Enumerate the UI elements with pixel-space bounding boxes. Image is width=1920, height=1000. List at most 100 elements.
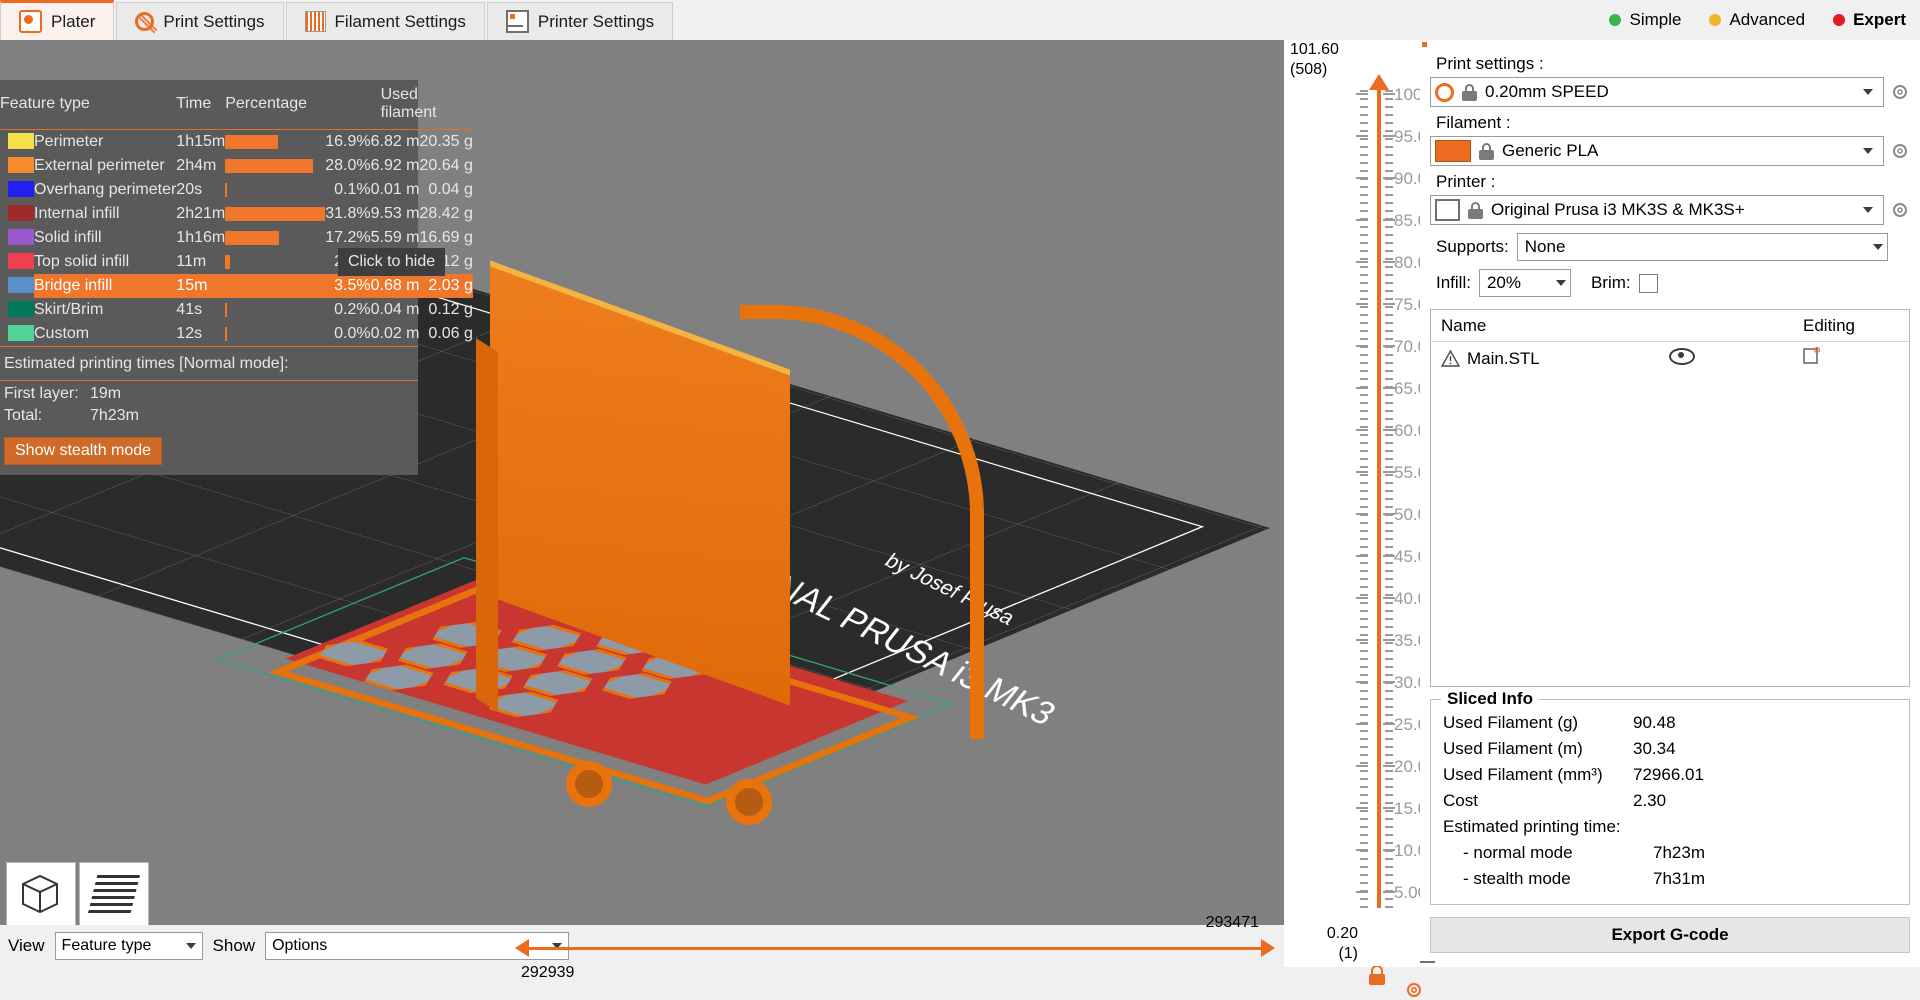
- printer-icon: [1435, 199, 1460, 221]
- sliced-info-key: Used Filament (g): [1443, 713, 1579, 732]
- tab-filament-settings[interactable]: Filament Settings: [285, 2, 485, 40]
- printer-settings-icon[interactable]: [1803, 346, 1821, 365]
- legend-pct: 3.5%: [334, 277, 371, 294]
- click-to-hide-tooltip: Click to hide: [338, 248, 446, 276]
- slider-left-arrow[interactable]: [515, 939, 529, 957]
- supports-value: None: [1524, 237, 1566, 256]
- tab-printer-settings[interactable]: Printer Settings: [486, 2, 674, 40]
- legend-meters: 0.02 m: [370, 325, 420, 342]
- legend-row[interactable]: Skirt/Brim 41s 0.2% 0.04 m 0.12 g: [0, 298, 473, 322]
- view-type-select[interactable]: Feature type: [54, 932, 203, 960]
- horizontal-move-slider[interactable]: 293471 292939: [515, 914, 1275, 981]
- model-side-wall: [476, 338, 498, 712]
- view-3d-button[interactable]: [6, 862, 76, 925]
- legend-row[interactable]: Solid infill 1h16m 17.2% 5.59 m 16.69 g: [0, 226, 473, 250]
- legend-row[interactable]: Internal infill 2h21m 31.8% 9.53 m 28.42…: [0, 202, 473, 226]
- legend-meters: 6.82 m: [370, 133, 420, 150]
- print-settings-combo[interactable]: 0.20mm SPEED: [1430, 77, 1884, 107]
- legend-grams: 28.42 g: [419, 205, 473, 222]
- slider-track[interactable]: [529, 947, 1261, 950]
- legend-bar: [225, 298, 325, 322]
- chevron-down-icon: [1863, 148, 1873, 154]
- view-layers-button[interactable]: [79, 862, 149, 925]
- infill-value: 20%: [1486, 273, 1521, 292]
- layer-bottom-index: (1): [1338, 945, 1358, 962]
- legend-pct: 31.8%: [325, 205, 371, 222]
- view-label: View: [8, 936, 45, 955]
- object-row[interactable]: Main.STL: [1431, 342, 1909, 375]
- legend-time: 20s: [176, 181, 203, 198]
- infill-select[interactable]: 20%: [1478, 269, 1571, 297]
- layer-slider-track[interactable]: [1377, 88, 1381, 908]
- legend-bar: [225, 226, 325, 250]
- lock-icon[interactable]: [1368, 966, 1386, 986]
- printer-edit-icon[interactable]: [1890, 200, 1910, 220]
- object-col-name: Name: [1441, 316, 1487, 335]
- total-value: 7h23m: [90, 407, 139, 424]
- tab-plater[interactable]: Plater: [0, 0, 115, 40]
- mode-simple[interactable]: Simple: [1595, 4, 1695, 36]
- 3d-viewport[interactable]: ORIGINAL PRUSA i3 MK3 by Josef Prusa Fea…: [0, 40, 1284, 925]
- estimated-times-values: First layer: 19m Total: 7h23m: [0, 380, 418, 431]
- export-gcode-button[interactable]: Export G-code: [1430, 917, 1910, 953]
- legend-row[interactable]: Overhang perimeter 20s 0.1% 0.01 m 0.04 …: [0, 178, 473, 202]
- mode-expert[interactable]: Expert: [1819, 4, 1920, 36]
- legend-bar: [225, 250, 325, 274]
- sliced-info-key: - normal mode: [1463, 843, 1573, 862]
- gear-icon[interactable]: [1404, 980, 1424, 1000]
- legend-name: Top solid infill: [34, 253, 130, 270]
- layer-top-value: 101.60: [1290, 41, 1339, 58]
- lock-icon: [1462, 83, 1477, 101]
- legend-time: 12s: [176, 325, 203, 342]
- tab-plater-label: Plater: [51, 11, 96, 31]
- feature-type-legend[interactable]: Feature type Time Percentage Used filame…: [0, 80, 473, 475]
- legend-bar: [225, 178, 325, 202]
- printer-label: Printer :: [1436, 172, 1496, 191]
- chevron-down-icon: [185, 943, 196, 949]
- model-foot-right: [726, 779, 772, 825]
- filament-combo[interactable]: Generic PLA: [1430, 136, 1884, 166]
- brim-label: Brim:: [1590, 273, 1631, 292]
- object-list[interactable]: Name Editing Main.STL: [1430, 309, 1910, 687]
- legend-col-time: Time: [176, 95, 212, 112]
- slider-right-arrow[interactable]: [1261, 939, 1275, 957]
- chevron-down-icon: [1863, 89, 1873, 95]
- legend-pct: 28.0%: [325, 157, 371, 174]
- prusaslicer-window: Plater Print Settings Filament Settings …: [0, 0, 1920, 997]
- layer-slider-ticks-left: [1360, 88, 1368, 908]
- legend-row[interactable]: Custom 12s 0.0% 0.02 m 0.06 g: [0, 322, 473, 346]
- mode-advanced[interactable]: Advanced: [1695, 4, 1819, 36]
- sliced-info-title: Sliced Info: [1441, 689, 1539, 709]
- first-layer-row: First layer: 19m: [4, 383, 414, 405]
- printer-combo[interactable]: Original Prusa i3 MK3S & MK3S+: [1430, 195, 1884, 225]
- supports-select[interactable]: None: [1516, 233, 1888, 261]
- sliced-info-value: 72966.01: [1633, 765, 1704, 784]
- sliced-info-row: Estimated printing time:: [1443, 814, 1897, 840]
- legend-pct: 0.1%: [334, 181, 371, 198]
- print-settings-edit-icon[interactable]: [1890, 82, 1910, 102]
- show-stealth-mode-button[interactable]: Show stealth mode: [4, 437, 163, 465]
- sliced-model-preview[interactable]: [215, 260, 1000, 845]
- object-editing-cell[interactable]: [1773, 346, 1899, 370]
- chevron-down-icon: [1873, 244, 1883, 250]
- eye-icon[interactable]: [1669, 347, 1695, 365]
- legend-row-selected[interactable]: Bridge infill 15m 3.5% 0.68 m 2.03 g: [0, 274, 473, 298]
- legend-meters: 9.53 m: [370, 205, 420, 222]
- layer-slider[interactable]: 101.60 (508) 100.00 95.00 90.00 85.00 80…: [1284, 40, 1446, 997]
- legend-grams: 2.03 g: [428, 277, 473, 294]
- legend-row[interactable]: Perimeter 1h15m 16.9% 6.82 m 20.35 g: [0, 130, 473, 155]
- cube-icon: [22, 874, 58, 914]
- object-visibility-cell[interactable]: [1637, 347, 1773, 370]
- brim-checkbox[interactable]: [1638, 273, 1658, 293]
- mode-simple-dot: [1609, 14, 1622, 26]
- lock-icon: [1479, 142, 1494, 160]
- total-label: Total:: [4, 407, 43, 424]
- legend-time: 1h15m: [176, 133, 226, 150]
- slider-max-value: 293471: [1205, 914, 1259, 931]
- model-arch: [740, 305, 984, 739]
- layer-slider-ticks-right: [1385, 88, 1393, 908]
- chevron-down-icon: [1863, 207, 1873, 213]
- filament-edit-icon[interactable]: [1890, 141, 1910, 161]
- legend-row[interactable]: External perimeter 2h4m 28.0% 6.92 m 20.…: [0, 154, 473, 178]
- tab-print-settings[interactable]: Print Settings: [116, 2, 284, 40]
